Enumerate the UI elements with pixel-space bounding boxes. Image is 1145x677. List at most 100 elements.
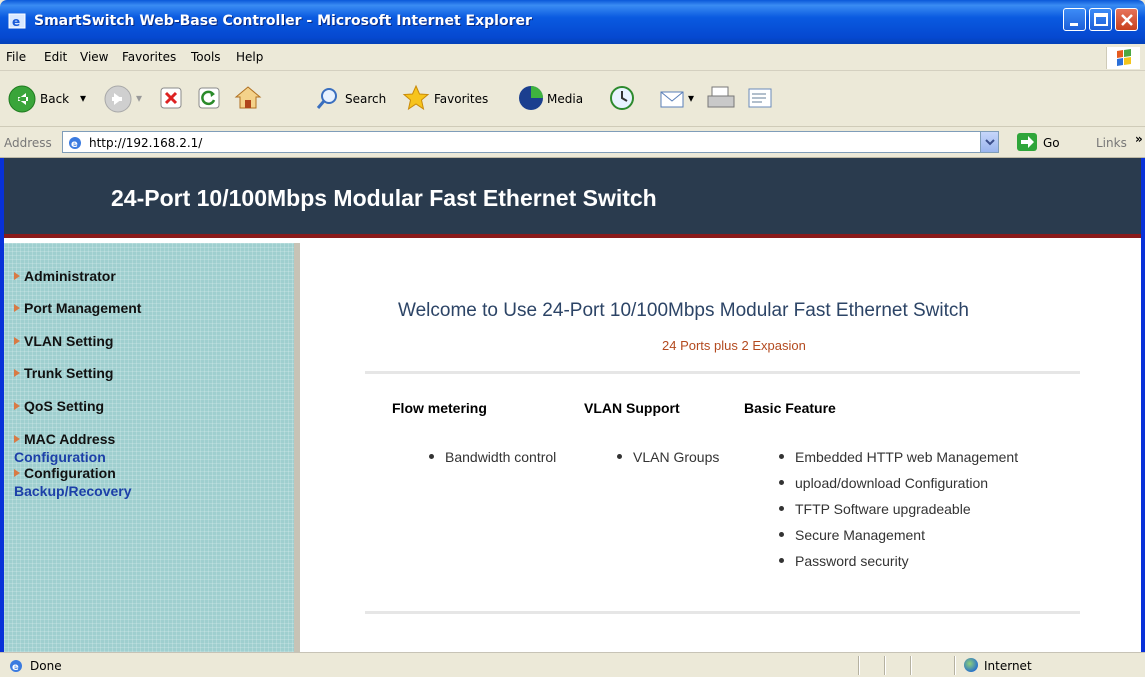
menu-bar: File Edit View Favorites Tools Help	[0, 44, 1145, 71]
ie-app-icon: e	[8, 13, 26, 29]
chevron-down-icon	[985, 139, 995, 146]
close-icon	[1121, 14, 1133, 26]
back-button[interactable]: Back ▾	[8, 81, 98, 117]
minimize-button[interactable]	[1063, 8, 1086, 31]
status-text: Done	[30, 659, 62, 673]
sidebar-item-configuration[interactable]: Configuration	[14, 465, 116, 481]
address-label: Address	[4, 136, 52, 150]
back-arrow-icon	[8, 85, 36, 113]
mail-button[interactable]: ▾	[658, 81, 700, 117]
basic-feature-list: Embedded HTTP web Management upload/down…	[779, 449, 1018, 579]
history-icon[interactable]	[608, 84, 636, 120]
menu-view[interactable]: View	[80, 50, 108, 64]
favorites-star-icon	[402, 84, 430, 111]
ie-page-icon: e	[69, 137, 81, 150]
address-url: http://192.168.2.1/	[89, 136, 203, 150]
status-bar: e Done Internet	[0, 652, 1145, 677]
list-item: TFTP Software upgradeable	[779, 501, 1018, 527]
status-divider	[910, 656, 912, 675]
forward-dropdown-icon[interactable]: ▾	[136, 91, 142, 105]
sidebar-item-vlan-setting[interactable]: VLAN Setting	[14, 333, 113, 349]
favorites-button[interactable]: Favorites	[402, 81, 508, 117]
search-label: Search	[345, 92, 387, 106]
mail-dropdown-icon[interactable]: ▾	[688, 91, 694, 105]
search-icon	[316, 88, 337, 109]
flow-metering-list: Bandwidth control	[429, 449, 556, 475]
column-heading-basic-feature: Basic Feature	[744, 400, 836, 416]
bullet-dot-icon	[779, 506, 784, 511]
list-item-text: Bandwidth control	[445, 449, 557, 465]
welcome-heading: Welcome to Use 24-Port 10/100Mbps Modula…	[398, 300, 969, 321]
list-item-text: Embedded HTTP web Management	[795, 449, 1019, 465]
bullet-dot-icon	[617, 454, 622, 459]
media-icon	[519, 86, 543, 110]
arrow-bullet-icon	[14, 369, 20, 377]
status-divider	[858, 656, 860, 675]
arrow-bullet-icon	[14, 402, 20, 410]
go-label[interactable]: Go	[1043, 136, 1060, 150]
page-viewport: 24-Port 10/100Mbps Modular Fast Ethernet…	[0, 158, 1145, 652]
divider	[365, 611, 1080, 614]
go-button[interactable]	[1017, 133, 1037, 151]
arrow-bullet-icon	[14, 469, 20, 477]
media-label: Media	[547, 92, 584, 106]
svg-text:e: e	[12, 662, 19, 673]
media-button[interactable]: Media	[517, 81, 601, 117]
stop-icon[interactable]	[160, 87, 182, 123]
sidebar-subitem-backup-recovery[interactable]: Backup/Recovery	[14, 483, 132, 499]
sidebar-subitem-label: Backup/Recovery	[14, 483, 132, 499]
forward-button[interactable]: ▾	[104, 81, 142, 117]
sidebar: Administrator Port Management VLAN Setti…	[4, 243, 300, 652]
sidebar-item-label: Administrator	[24, 268, 116, 284]
address-bar: Address e http://192.168.2.1/ Go Links »	[0, 128, 1145, 158]
go-arrow-icon	[1021, 136, 1034, 148]
sidebar-subitem-mac-configuration[interactable]: Configuration	[14, 449, 106, 465]
zone-label: Internet	[984, 659, 1032, 673]
window-title: SmartSwitch Web-Base Controller - Micros…	[34, 13, 532, 29]
list-item: Embedded HTTP web Management	[779, 449, 1018, 475]
list-item: Password security	[779, 553, 1018, 579]
bullet-dot-icon	[779, 480, 784, 485]
sidebar-item-mac-address[interactable]: MAC Address	[14, 431, 115, 447]
home-icon[interactable]	[234, 84, 262, 120]
back-label: Back	[40, 92, 70, 106]
menu-file[interactable]: File	[6, 50, 26, 64]
refresh-icon[interactable]	[198, 87, 220, 123]
arrow-bullet-icon	[14, 435, 20, 443]
list-item-text: TFTP Software upgradeable	[795, 501, 971, 517]
menu-help[interactable]: Help	[236, 50, 263, 64]
sidebar-item-administrator[interactable]: Administrator	[14, 268, 116, 284]
sidebar-subitem-label: Configuration	[14, 449, 106, 465]
menu-edit[interactable]: Edit	[44, 50, 67, 64]
bullet-dot-icon	[779, 558, 784, 563]
print-icon[interactable]	[706, 84, 736, 120]
address-dropdown-button[interactable]	[980, 132, 998, 152]
bullet-dot-icon	[429, 454, 434, 459]
banner-heading: 24-Port 10/100Mbps Modular Fast Ethernet…	[111, 185, 657, 211]
list-item: Bandwidth control	[429, 449, 556, 475]
address-input[interactable]: e http://192.168.2.1/	[62, 131, 999, 153]
list-item-text: Password security	[795, 553, 909, 569]
windows-logo-icon	[1106, 47, 1140, 69]
maximize-button[interactable]	[1089, 8, 1112, 31]
sidebar-item-label: QoS Setting	[24, 398, 105, 414]
search-button[interactable]: Search	[316, 81, 398, 117]
vlan-support-list: VLAN Groups	[617, 449, 719, 475]
links-label[interactable]: Links	[1096, 136, 1127, 150]
sidebar-item-qos-setting[interactable]: QoS Setting	[14, 398, 104, 414]
edit-icon[interactable]	[746, 84, 774, 120]
list-item: Secure Management	[779, 527, 1018, 553]
svg-text:e: e	[12, 15, 20, 29]
arrow-bullet-icon	[14, 304, 20, 312]
back-dropdown-icon[interactable]: ▾	[80, 91, 86, 105]
sidebar-item-trunk-setting[interactable]: Trunk Setting	[14, 365, 113, 381]
close-button[interactable]	[1115, 8, 1138, 31]
menu-tools[interactable]: Tools	[191, 50, 221, 64]
sidebar-item-port-management[interactable]: Port Management	[14, 300, 141, 316]
sidebar-item-label: Trunk Setting	[24, 365, 114, 381]
toolbar-overflow-icon[interactable]: »	[1135, 132, 1143, 146]
menu-favorites[interactable]: Favorites	[122, 50, 176, 64]
list-item: upload/download Configuration	[779, 475, 1018, 501]
sidebar-item-label: MAC Address	[24, 431, 116, 447]
forward-arrow-icon	[104, 85, 132, 113]
